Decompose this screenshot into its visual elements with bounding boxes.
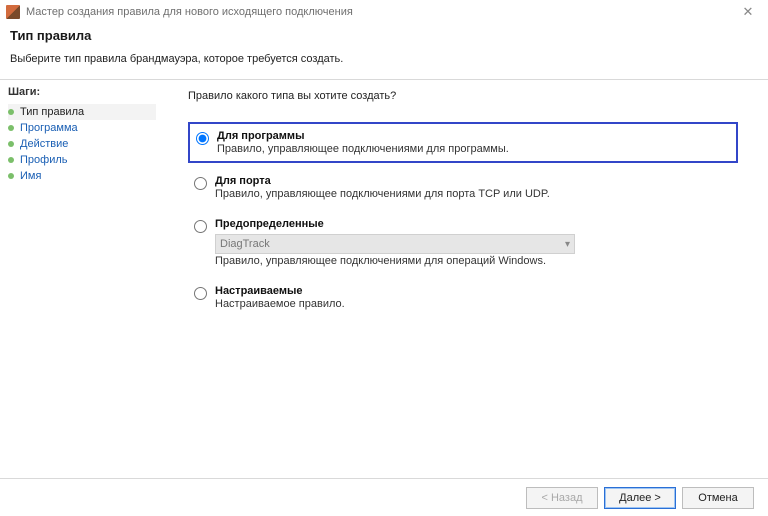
close-icon[interactable]: ✕ [734,3,762,21]
option-port-body: Для порта Правило, управляющее подключен… [215,175,732,200]
page-title: Тип правила [10,28,758,43]
option-port-desc: Правило, управляющее подключениями для п… [215,188,732,200]
step-rule-type[interactable]: Тип правила [8,104,156,120]
step-name[interactable]: Имя [8,168,156,184]
step-label: Программа [20,122,78,134]
sidebar: Шаги: Тип правила Программа Действие Про… [0,80,164,478]
page-subtitle: Выберите тип правила брандмауэра, которо… [10,53,758,65]
option-custom-body: Настраиваемые Настраиваемое правило. [215,285,732,310]
option-port-title: Для порта [215,175,732,187]
step-label: Тип правила [20,106,84,118]
step-program[interactable]: Программа [8,120,156,136]
option-predefined-radio[interactable] [194,220,207,233]
option-predefined-body: Предопределенные DiagTrack ▾ Правило, уп… [215,218,732,267]
step-bullet-icon [8,109,14,115]
option-program-title: Для программы [217,130,730,142]
step-label: Профиль [20,154,68,166]
option-program-desc: Правило, управляющее подключениями для п… [217,143,730,155]
predefined-dropdown-value: DiagTrack [220,238,270,250]
option-predefined-title: Предопределенные [215,218,732,230]
step-label: Действие [20,138,68,150]
option-program-body: Для программы Правило, управляющее подкл… [217,130,730,155]
option-program[interactable]: Для программы Правило, управляющее подкл… [188,122,738,163]
back-button[interactable]: < Назад [526,487,598,509]
footer: < Назад Далее > Отмена [0,478,768,516]
step-profile[interactable]: Профиль [8,152,156,168]
option-port-radio[interactable] [194,177,207,190]
chevron-down-icon: ▾ [565,239,570,250]
steps-heading: Шаги: [8,86,156,98]
option-program-radio[interactable] [196,132,209,145]
firewall-icon [6,5,20,19]
option-custom-radio[interactable] [194,287,207,300]
content-pane: Правило какого типа вы хотите создать? Д… [164,80,768,478]
option-port[interactable]: Для порта Правило, управляющее подключен… [188,169,738,206]
option-predefined-desc: Правило, управляющее подключениями для о… [215,255,732,267]
step-action[interactable]: Действие [8,136,156,152]
wizard-body: Шаги: Тип правила Программа Действие Про… [0,80,768,478]
rule-type-question: Правило какого типа вы хотите создать? [188,90,738,102]
window-title: Мастер создания правила для нового исход… [26,6,734,18]
option-custom-title: Настраиваемые [215,285,732,297]
wizard-header: Тип правила Выберите тип правила брандма… [0,24,768,71]
titlebar: Мастер создания правила для нового исход… [0,0,768,24]
step-bullet-icon [8,125,14,131]
step-bullet-icon [8,141,14,147]
option-predefined[interactable]: Предопределенные DiagTrack ▾ Правило, уп… [188,212,738,273]
predefined-dropdown[interactable]: DiagTrack ▾ [215,234,575,254]
step-bullet-icon [8,173,14,179]
next-button[interactable]: Далее > [604,487,676,509]
option-custom[interactable]: Настраиваемые Настраиваемое правило. [188,279,738,316]
option-custom-desc: Настраиваемое правило. [215,298,732,310]
cancel-button[interactable]: Отмена [682,487,754,509]
step-bullet-icon [8,157,14,163]
step-label: Имя [20,170,41,182]
